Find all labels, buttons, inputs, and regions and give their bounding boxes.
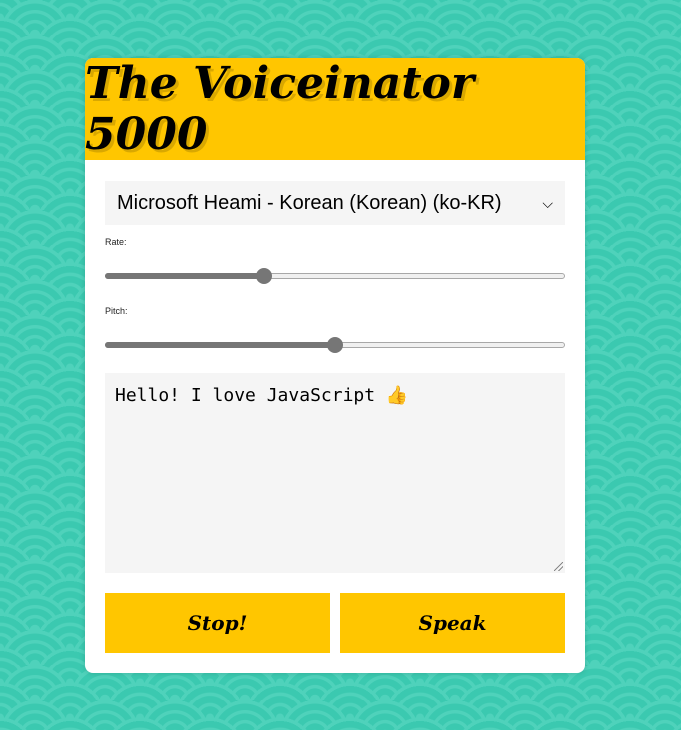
speak-button[interactable]: Speak — [340, 593, 565, 653]
rate-fill — [105, 273, 264, 279]
pitch-fill — [105, 342, 335, 348]
app-title: The Voiceinator 5000 — [85, 58, 475, 160]
rate-slider[interactable] — [105, 266, 565, 286]
voice-select[interactable]: Microsoft Heami - Korean (Korean) (ko-KR… — [105, 181, 565, 225]
voiceinator-panel: The Voiceinator 5000 Microsoft Heami - K… — [85, 58, 585, 673]
rate-thumb[interactable] — [256, 268, 272, 284]
pitch-thumb[interactable] — [327, 337, 343, 353]
header: The Voiceinator 5000 — [85, 58, 585, 160]
chevron-down-icon: ⌵ — [542, 194, 553, 211]
resize-grip-icon[interactable] — [554, 562, 563, 571]
voice-select-value: Microsoft Heami - Korean (Korean) (ko-KR… — [117, 191, 502, 214]
pitch-label: Pitch: — [105, 306, 128, 316]
rate-label: Rate: — [105, 237, 127, 247]
stop-button[interactable]: Stop! — [105, 593, 330, 653]
message-textarea[interactable]: Hello! I love JavaScript 👍 — [105, 373, 565, 573]
message-text: Hello! I love JavaScript 👍 — [115, 385, 409, 406]
pitch-slider[interactable] — [105, 335, 565, 355]
